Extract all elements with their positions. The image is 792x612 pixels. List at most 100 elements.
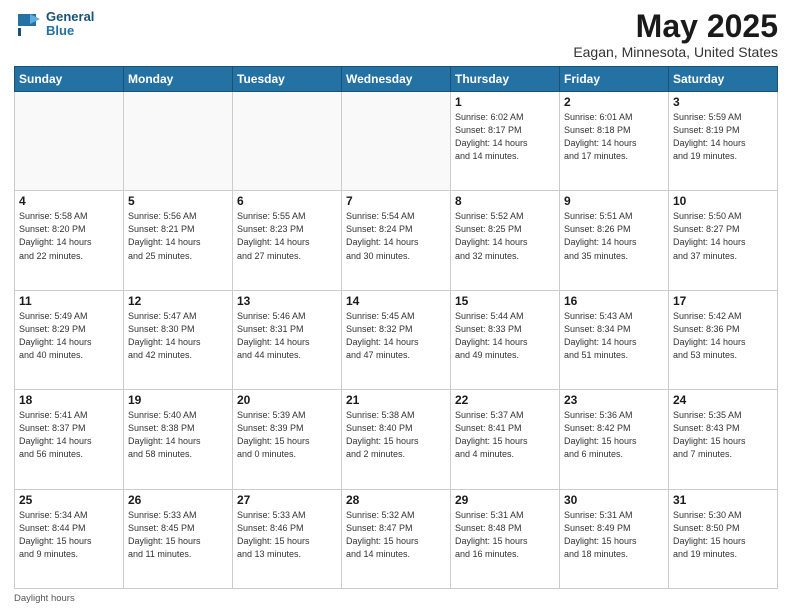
day-number: 9: [564, 194, 664, 208]
day-number: 21: [346, 393, 446, 407]
calendar-cell: 28 Sunrise: 5:32 AM Sunset: 8:47 PM Dayli…: [342, 489, 451, 588]
day-info: Sunrise: 5:46 AM Sunset: 8:31 PM Dayligh…: [237, 310, 337, 362]
calendar-cell: 23Sunrise: 5:36 AM Sunset: 8:42 PM Dayli…: [560, 390, 669, 489]
day-info: Sunrise: 5:44 AM Sunset: 8:33 PM Dayligh…: [455, 310, 555, 362]
day-number: 16: [564, 294, 664, 308]
calendar-cell: 2 Sunrise: 6:01 AM Sunset: 8:18 PM Daylig…: [560, 92, 669, 191]
day-info: Sunrise: 5:35 AM Sunset: 8:43 PM Dayligh…: [673, 409, 773, 461]
calendar-cell: 31 Sunrise: 5:30 AM Sunset: 8:50 PM Dayli…: [669, 489, 778, 588]
calendar-cell: 22 Sunrise: 5:37 AM Sunset: 8:41 PM Dayli…: [451, 390, 560, 489]
day-number: 29: [455, 493, 555, 507]
day-number: 5: [128, 194, 228, 208]
day-number: 20: [237, 393, 337, 407]
day-number: 12: [128, 294, 228, 308]
calendar-cell: 19Sunrise: 5:40 AM Sunset: 8:38 PM Dayli…: [124, 390, 233, 489]
day-info: Sunrise: 5:34 AM Sunset: 8:44 PM Dayligh…: [19, 509, 119, 561]
day-number: 1: [455, 95, 555, 109]
day-info: Sunrise: 5:47 AM Sunset: 8:30 PM Dayligh…: [128, 310, 228, 362]
day-info: Sunrise: 5:56 AM Sunset: 8:21 PM Dayligh…: [128, 210, 228, 262]
calendar-cell: 7 Sunrise: 5:54 AM Sunset: 8:24 PM Daylig…: [342, 191, 451, 290]
calendar-cell: 18 Sunrise: 5:41 AM Sunset: 8:37 PM Dayli…: [15, 390, 124, 489]
calendar-cell: 20 Sunrise: 5:39 AM Sunset: 8:39 PM Dayli…: [233, 390, 342, 489]
calendar-cell: 13 Sunrise: 5:46 AM Sunset: 8:31 PM Dayli…: [233, 290, 342, 389]
calendar-cell: 6Sunrise: 5:55 AM Sunset: 8:23 PM Daylig…: [233, 191, 342, 290]
calendar-week-1: 1 Sunrise: 6:02 AM Sunset: 8:17 PM Daylig…: [15, 92, 778, 191]
day-info: Sunrise: 5:33 AM Sunset: 8:46 PM Dayligh…: [237, 509, 337, 561]
logo-icon: [14, 10, 42, 38]
day-info: Sunrise: 5:33 AM Sunset: 8:45 PM Dayligh…: [128, 509, 228, 561]
day-info: Sunrise: 5:54 AM Sunset: 8:24 PM Dayligh…: [346, 210, 446, 262]
day-info: Sunrise: 5:37 AM Sunset: 8:41 PM Dayligh…: [455, 409, 555, 461]
day-number: 31: [673, 493, 773, 507]
day-number: 10: [673, 194, 773, 208]
calendar-cell: 30Sunrise: 5:31 AM Sunset: 8:49 PM Dayli…: [560, 489, 669, 588]
calendar-cell: 11 Sunrise: 5:49 AM Sunset: 8:29 PM Dayli…: [15, 290, 124, 389]
day-info: Sunrise: 5:52 AM Sunset: 8:25 PM Dayligh…: [455, 210, 555, 262]
day-number: 18: [19, 393, 119, 407]
day-info: Sunrise: 5:32 AM Sunset: 8:47 PM Dayligh…: [346, 509, 446, 561]
day-number: 7: [346, 194, 446, 208]
day-number: 22: [455, 393, 555, 407]
weekday-header-row: SundayMondayTuesdayWednesdayThursdayFrid…: [15, 67, 778, 92]
calendar-cell: [233, 92, 342, 191]
day-number: 17: [673, 294, 773, 308]
day-info: Sunrise: 5:30 AM Sunset: 8:50 PM Dayligh…: [673, 509, 773, 561]
title-month: May 2025: [573, 10, 778, 42]
calendar-cell: 15 Sunrise: 5:44 AM Sunset: 8:33 PM Dayli…: [451, 290, 560, 389]
day-info: Sunrise: 5:50 AM Sunset: 8:27 PM Dayligh…: [673, 210, 773, 262]
calendar-cell: 24Sunrise: 5:35 AM Sunset: 8:43 PM Dayli…: [669, 390, 778, 489]
title-location: Eagan, Minnesota, United States: [573, 44, 778, 60]
calendar-cell: 1 Sunrise: 6:02 AM Sunset: 8:17 PM Daylig…: [451, 92, 560, 191]
calendar-cell: 10 Sunrise: 5:50 AM Sunset: 8:27 PM Dayli…: [669, 191, 778, 290]
day-number: 13: [237, 294, 337, 308]
day-info: Sunrise: 5:49 AM Sunset: 8:29 PM Dayligh…: [19, 310, 119, 362]
day-info: Sunrise: 5:42 AM Sunset: 8:36 PM Dayligh…: [673, 310, 773, 362]
day-info: Sunrise: 5:43 AM Sunset: 8:34 PM Dayligh…: [564, 310, 664, 362]
day-info: Sunrise: 6:02 AM Sunset: 8:17 PM Dayligh…: [455, 111, 555, 163]
calendar-week-5: 25Sunrise: 5:34 AM Sunset: 8:44 PM Dayli…: [15, 489, 778, 588]
day-info: Sunrise: 5:31 AM Sunset: 8:48 PM Dayligh…: [455, 509, 555, 561]
day-info: Sunrise: 5:41 AM Sunset: 8:37 PM Dayligh…: [19, 409, 119, 461]
calendar-week-3: 11 Sunrise: 5:49 AM Sunset: 8:29 PM Dayli…: [15, 290, 778, 389]
calendar-cell: 5 Sunrise: 5:56 AM Sunset: 8:21 PM Daylig…: [124, 191, 233, 290]
footer-note: Daylight hours: [14, 593, 778, 604]
title-block: May 2025 Eagan, Minnesota, United States: [573, 10, 778, 60]
calendar-cell: 16 Sunrise: 5:43 AM Sunset: 8:34 PM Dayli…: [560, 290, 669, 389]
weekday-header-saturday: Saturday: [669, 67, 778, 92]
day-number: 30: [564, 493, 664, 507]
calendar-cell: 12 Sunrise: 5:47 AM Sunset: 8:30 PM Dayli…: [124, 290, 233, 389]
day-number: 11: [19, 294, 119, 308]
weekday-header-friday: Friday: [560, 67, 669, 92]
calendar-cell: 25Sunrise: 5:34 AM Sunset: 8:44 PM Dayli…: [15, 489, 124, 588]
calendar-cell: 14Sunrise: 5:45 AM Sunset: 8:32 PM Dayli…: [342, 290, 451, 389]
day-info: Sunrise: 5:55 AM Sunset: 8:23 PM Dayligh…: [237, 210, 337, 262]
calendar-cell: 21Sunrise: 5:38 AM Sunset: 8:40 PM Dayli…: [342, 390, 451, 489]
calendar-cell: [342, 92, 451, 191]
header: General Blue May 2025 Eagan, Minnesota, …: [14, 10, 778, 60]
calendar-cell: 26Sunrise: 5:33 AM Sunset: 8:45 PM Dayli…: [124, 489, 233, 588]
calendar-cell: 3Sunrise: 5:59 AM Sunset: 8:19 PM Daylig…: [669, 92, 778, 191]
calendar-cell: 8 Sunrise: 5:52 AM Sunset: 8:25 PM Daylig…: [451, 191, 560, 290]
day-number: 8: [455, 194, 555, 208]
day-info: Sunrise: 5:58 AM Sunset: 8:20 PM Dayligh…: [19, 210, 119, 262]
day-number: 28: [346, 493, 446, 507]
day-info: Sunrise: 6:01 AM Sunset: 8:18 PM Dayligh…: [564, 111, 664, 163]
calendar-cell: [15, 92, 124, 191]
day-number: 19: [128, 393, 228, 407]
calendar-cell: 27Sunrise: 5:33 AM Sunset: 8:46 PM Dayli…: [233, 489, 342, 588]
weekday-header-monday: Monday: [124, 67, 233, 92]
day-info: Sunrise: 5:36 AM Sunset: 8:42 PM Dayligh…: [564, 409, 664, 461]
day-number: 3: [673, 95, 773, 109]
weekday-header-wednesday: Wednesday: [342, 67, 451, 92]
day-info: Sunrise: 5:39 AM Sunset: 8:39 PM Dayligh…: [237, 409, 337, 461]
logo-text: General Blue: [46, 10, 94, 39]
day-number: 15: [455, 294, 555, 308]
calendar-cell: [124, 92, 233, 191]
calendar-cell: 4Sunrise: 5:58 AM Sunset: 8:20 PM Daylig…: [15, 191, 124, 290]
calendar-week-4: 18 Sunrise: 5:41 AM Sunset: 8:37 PM Dayli…: [15, 390, 778, 489]
day-info: Sunrise: 5:51 AM Sunset: 8:26 PM Dayligh…: [564, 210, 664, 262]
day-info: Sunrise: 5:45 AM Sunset: 8:32 PM Dayligh…: [346, 310, 446, 362]
day-number: 2: [564, 95, 664, 109]
calendar-cell: 29 Sunrise: 5:31 AM Sunset: 8:48 PM Dayli…: [451, 489, 560, 588]
logo: General Blue: [14, 10, 94, 39]
